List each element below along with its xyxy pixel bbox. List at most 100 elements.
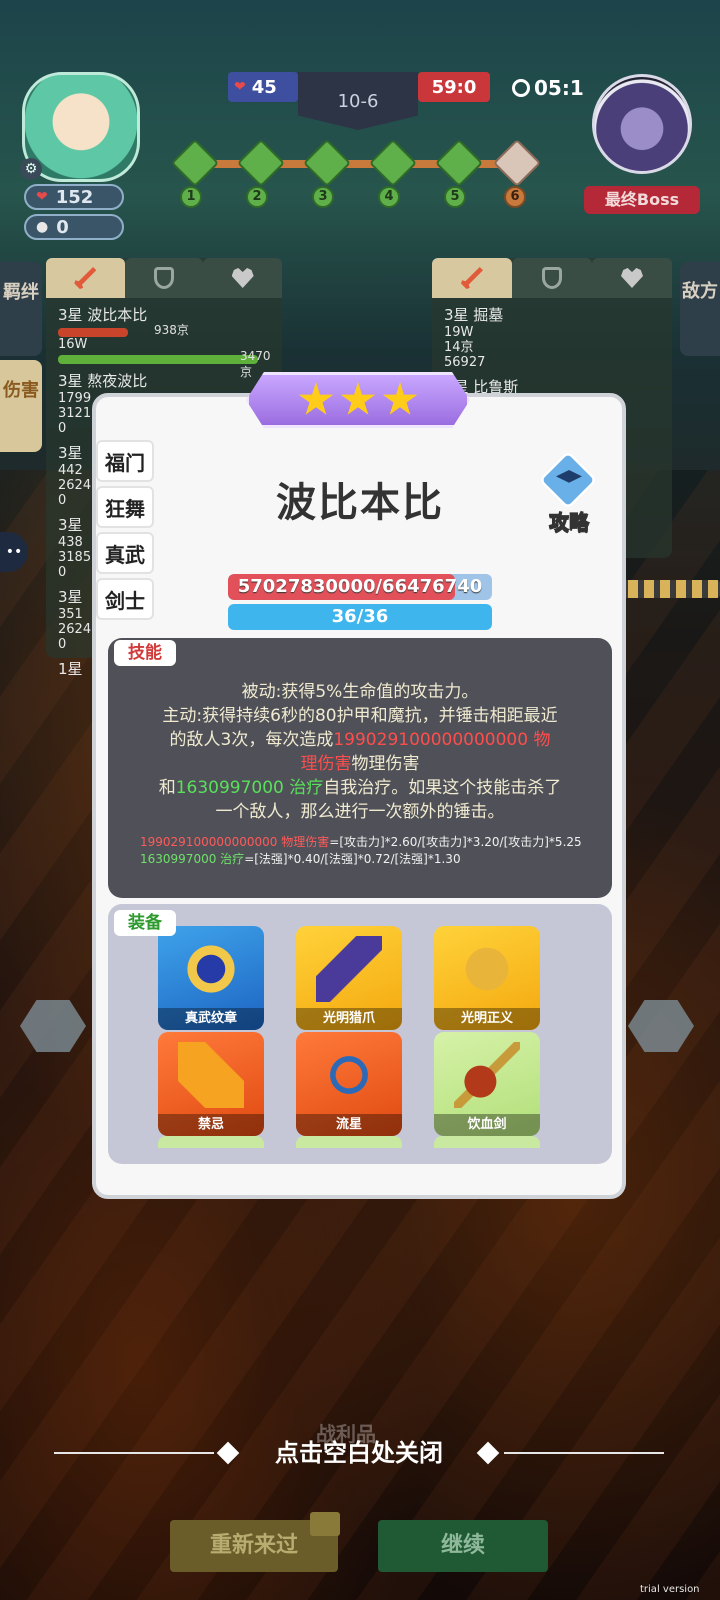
player-coin-pill: ● 0 [24, 214, 124, 240]
tab-bonds[interactable]: 羁绊 [0, 262, 42, 356]
mana-bar-text: 36/36 [331, 606, 389, 627]
boss-label: 最终Boss [584, 186, 700, 214]
trait-tab[interactable]: 福门 [96, 440, 154, 482]
tab-defense[interactable] [124, 258, 204, 298]
skill-line: 和1630997000 治疗自我治疗。如果这个技能击杀了 [130, 776, 590, 800]
equipment-item[interactable]: 光明正义 [434, 926, 540, 1030]
hero-mana-bar: 36/36 [228, 604, 492, 630]
panel-tabs [46, 258, 283, 298]
wave-number: 2 [246, 186, 268, 208]
guide-label: 攻略 [549, 510, 590, 535]
skill-section-tag: 技能 [114, 640, 176, 666]
timer: 05:1 [512, 76, 584, 100]
skill-text: 自我治疗。如果这个技能击杀了 [323, 778, 562, 798]
divider [54, 1452, 214, 1454]
tab-attack[interactable] [46, 258, 125, 298]
sword-icon [74, 267, 97, 289]
formula-damage-expr: =[攻击力]*2.60/[攻击力]*3.20/[攻击力]*5.25 [329, 835, 582, 849]
damage-formula: 199029100000000000 物理伤害=[攻击力]*2.60/[攻击力]… [140, 834, 590, 851]
shield-icon [542, 267, 562, 289]
star-icon [340, 382, 376, 415]
formula-damage-number: 199029100000000000 [140, 835, 278, 849]
wave-number: 5 [444, 186, 466, 208]
skill-formula: 199029100000000000 物理伤害=[攻击力]*2.60/[攻击力]… [140, 834, 590, 868]
guide-button[interactable]: 攻略 [536, 450, 602, 535]
equipment-item[interactable]: 禁忌 [158, 1032, 264, 1136]
heart-icon [231, 268, 254, 288]
equipment-item[interactable]: 饮血剑 [434, 1032, 540, 1136]
player-hp-pill: ❤ 152 [24, 184, 124, 210]
unit-row[interactable]: 3星 掘墓 19W 14京 56927 [432, 298, 672, 370]
equipment-item[interactable]: 真武纹章 [158, 926, 264, 1030]
close-hint-bar[interactable]: 点击空白处关闭 [54, 1433, 664, 1473]
skill-text: 物理伤害 [351, 754, 420, 774]
equipment-name: 流星 [296, 1114, 402, 1136]
gear-icon[interactable]: ⚙ [20, 158, 42, 180]
coin-icon: ● [36, 219, 49, 235]
wave-number: 3 [312, 186, 334, 208]
hero-hp-bar: 57027830000/66476740 [228, 574, 492, 600]
damage-word: 理伤害 [300, 754, 352, 774]
tab-heal[interactable] [592, 258, 672, 298]
video-ad-icon [310, 1512, 340, 1536]
heal-formula: 1630997000 治疗=[法强]*0.40/[法强]*0.72/[法强]*1… [140, 851, 590, 868]
gauntlet-icon [454, 936, 520, 1002]
equipment-item[interactable]: 光明猎爪 [296, 926, 402, 1030]
crystal-icon [178, 1042, 244, 1108]
formula-heal-label: 治疗 [216, 852, 245, 866]
heal-bar [58, 355, 258, 364]
equipment-section-tag: 装备 [114, 910, 176, 936]
wave-progress: 1 2 3 4 5 6 [170, 138, 542, 208]
tab-enemy[interactable]: 敌方 [680, 262, 720, 356]
match-header: ❤ 45 10-6 59:0 [228, 72, 490, 132]
trait-tab[interactable]: 真武 [96, 532, 154, 574]
wave-node-icon [302, 138, 352, 188]
wave-node-icon [236, 138, 286, 188]
boss-avatar[interactable] [592, 74, 692, 174]
tab-defense[interactable] [512, 258, 592, 298]
unit-row[interactable]: 3星 波比本比 938京 16W 3470京 [46, 298, 282, 379]
tab-damage[interactable]: 伤害 [0, 360, 42, 452]
tab-heal[interactable] [203, 258, 283, 298]
formula-damage-label: 物理伤害 [277, 835, 330, 849]
score-box: 59:0 [418, 72, 490, 102]
hp-bar-text: 57027830000/66476740 [237, 576, 483, 597]
tab-attack[interactable] [432, 258, 512, 298]
damage-word: 物 [528, 730, 551, 750]
scythe-icon [454, 1042, 520, 1108]
damage-value: 938京 [154, 323, 189, 337]
synergy-icons-strip [612, 580, 720, 598]
emblem-icon [178, 936, 244, 1002]
unit-stat: 56927 [444, 355, 486, 370]
timer-value: 05:1 [534, 76, 584, 100]
trait-tab[interactable]: 剑士 [96, 578, 154, 620]
shield-icon [154, 267, 174, 289]
close-hint: 点击空白处关闭 [275, 1439, 443, 1467]
equipment-name: 禁忌 [158, 1114, 264, 1136]
equipment-item[interactable]: 流星 [296, 1032, 402, 1136]
bow-icon [316, 1042, 382, 1108]
damage-number: 199029100000000000 [333, 730, 529, 750]
stage-label: 10-6 [298, 72, 418, 130]
unit-stat: 19W [444, 325, 474, 340]
lives-value: 45 [251, 76, 277, 98]
skill-line: 被动:获得5%生命值的攻击力。 [241, 682, 479, 702]
skill-line: 主动:获得持续6秒的80护甲和魔抗，并锤击相距最近 [162, 706, 558, 726]
player-hp-value: 152 [55, 186, 94, 208]
wave-number: 4 [378, 186, 400, 208]
equipment-item-partial [296, 1136, 402, 1148]
wave-node-icon [368, 138, 418, 188]
skill-description: 被动:获得5%生命值的攻击力。 主动:获得持续6秒的80护甲和魔抗，并锤击相距最… [130, 680, 590, 824]
player-coin-value: 0 [56, 216, 69, 238]
equipment-name: 光明猎爪 [296, 1008, 402, 1030]
skill-line: 的敌人3次，每次造成199029100000000000 物 [130, 728, 590, 752]
skill-line: 一个敌人，那么进行一次额外的锤击。 [215, 802, 505, 822]
trait-tab[interactable]: 狂舞 [96, 486, 154, 528]
star-icon [298, 382, 334, 415]
clock-icon [512, 79, 530, 97]
trait-tabs: 福门 狂舞 真武 剑士 [96, 440, 154, 624]
equipment-item-partial [434, 1136, 540, 1148]
heart-icon: ❤ [234, 79, 246, 95]
unit-stat: 14京 [444, 340, 474, 355]
continue-button[interactable]: 继续 [378, 1520, 548, 1572]
